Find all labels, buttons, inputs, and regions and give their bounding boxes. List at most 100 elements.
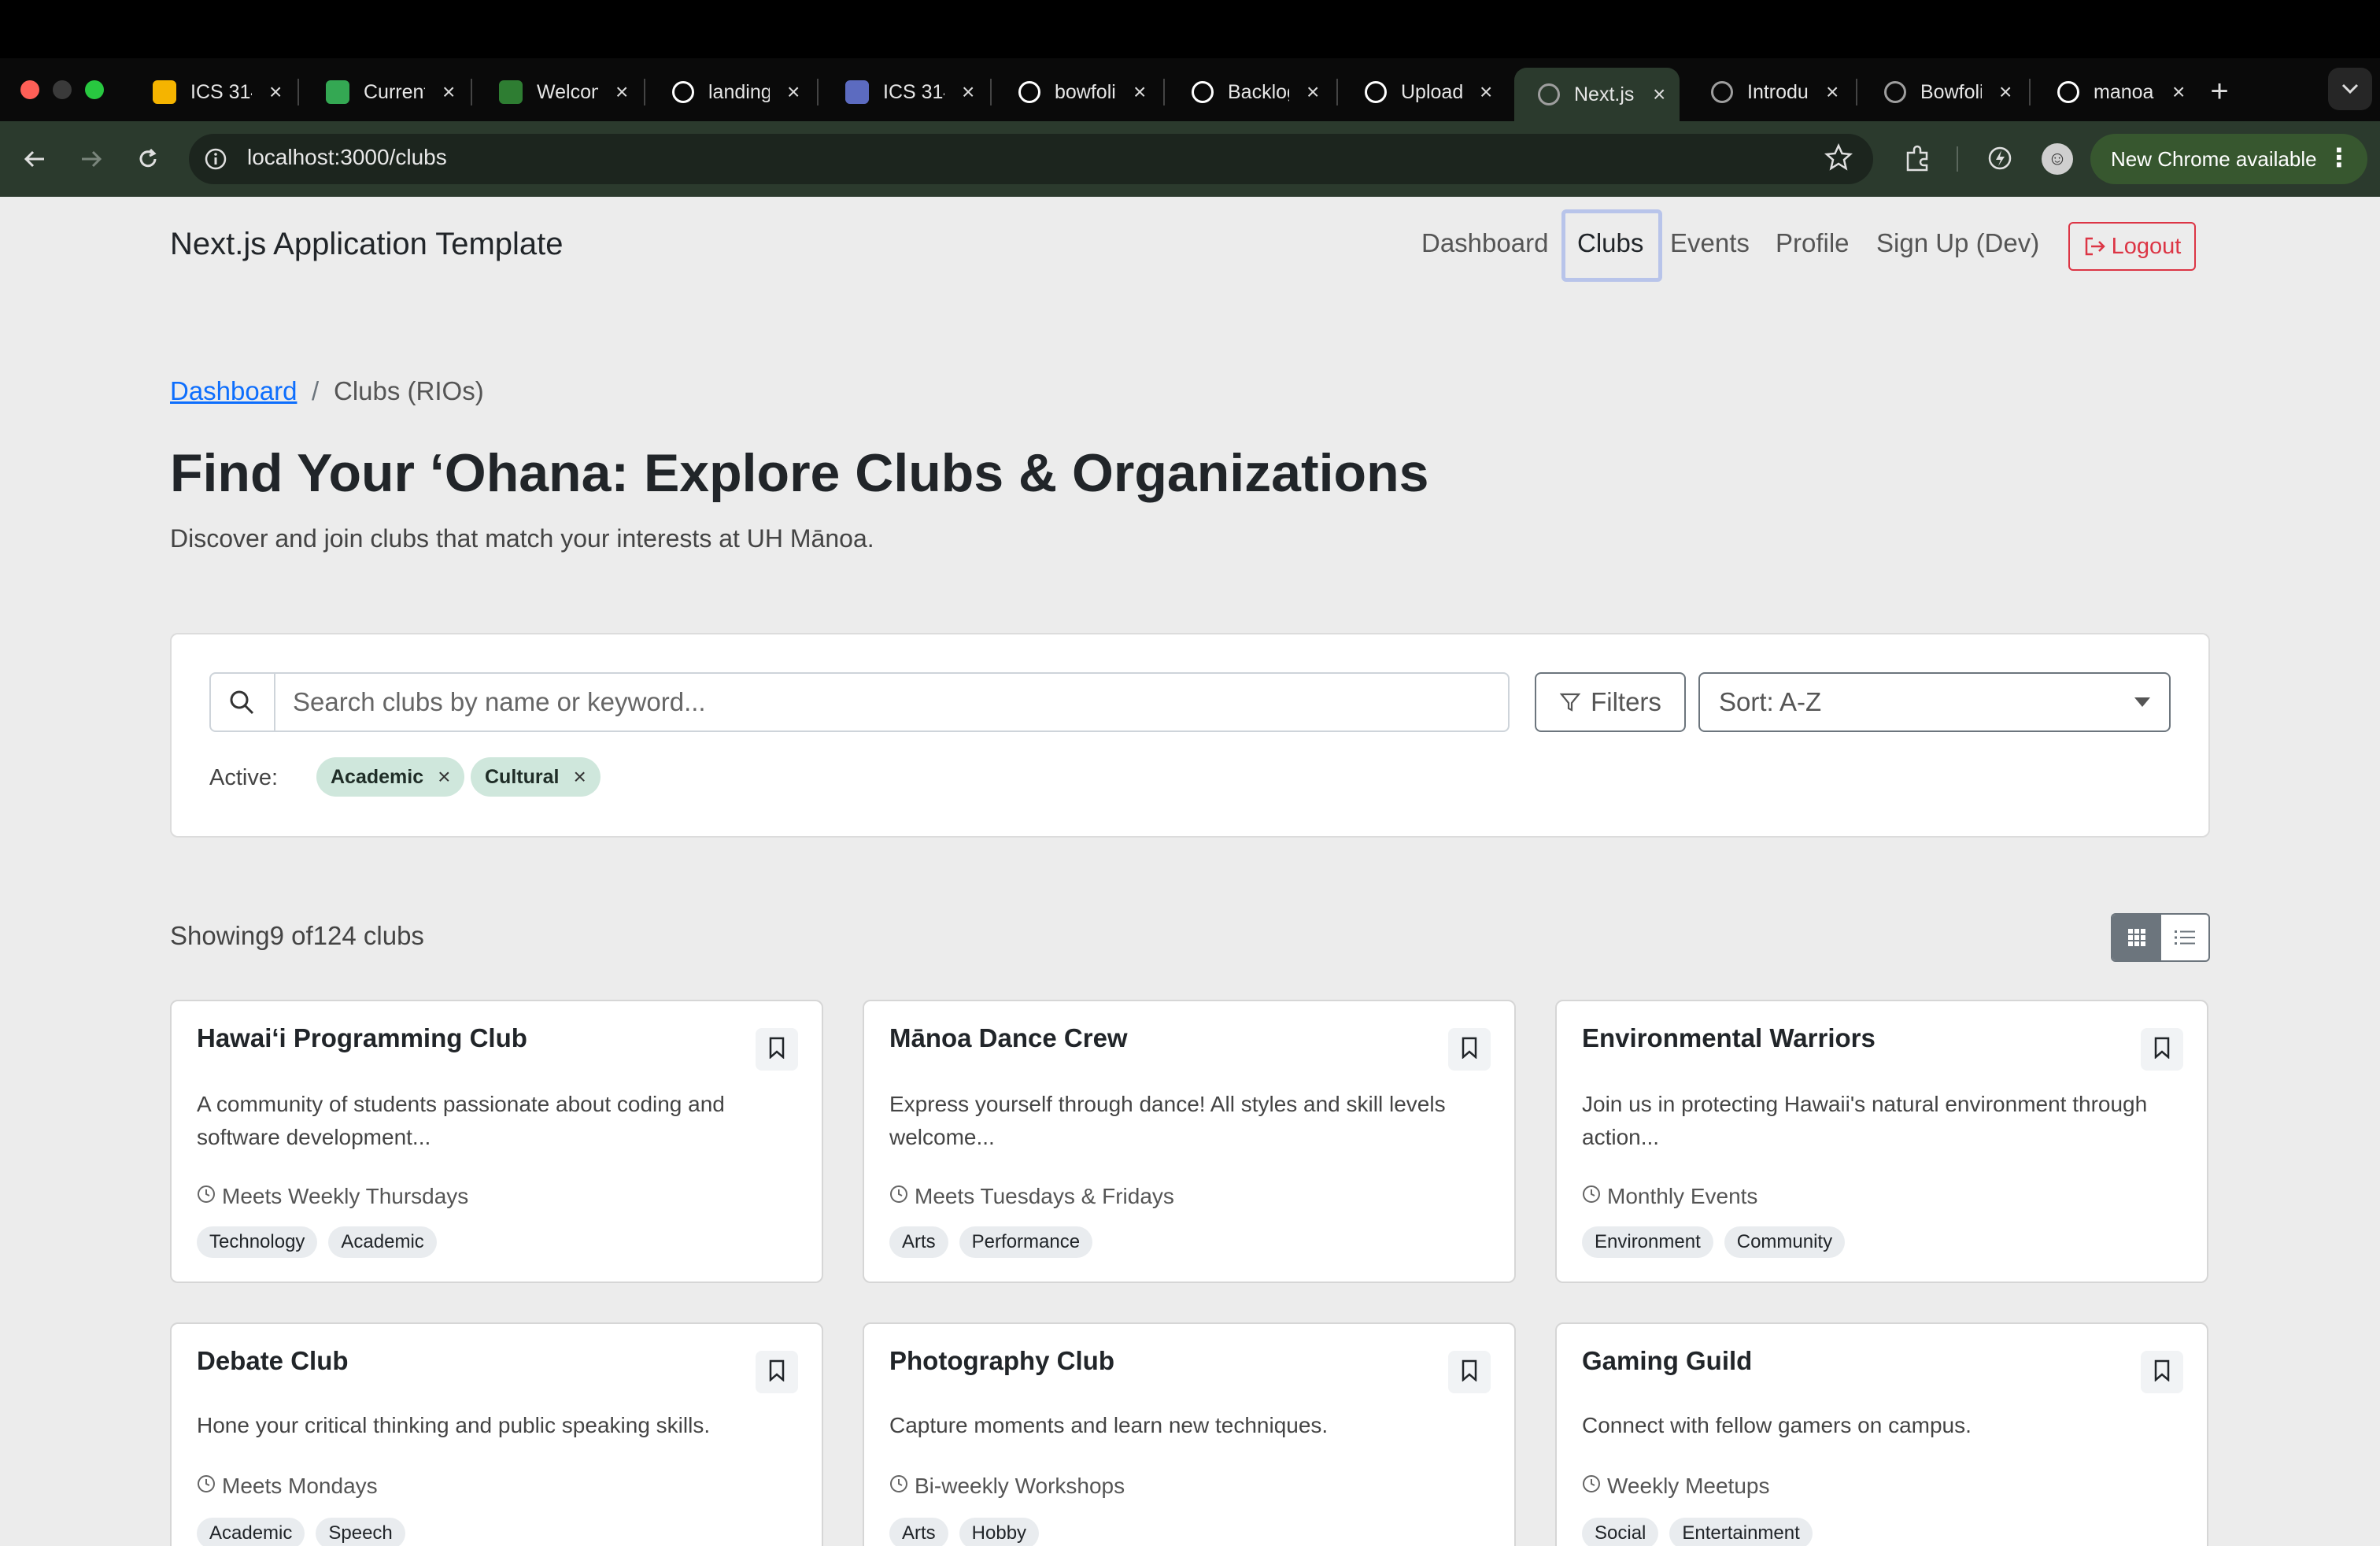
close-tab-icon[interactable]: ×: [787, 80, 800, 105]
clock-icon: [889, 1184, 908, 1209]
club-card[interactable]: Debate Club Hone your critical thinking a…: [170, 1322, 823, 1546]
profile-avatar[interactable]: ☺: [2042, 143, 2073, 175]
window-minimize-button[interactable]: [53, 80, 72, 99]
nav-clubs[interactable]: Clubs: [1577, 228, 1643, 258]
page-title: Find Your ‘Ohana: Explore Clubs & Organi…: [170, 443, 1429, 503]
bookmark-button[interactable]: [2141, 1028, 2183, 1071]
close-tab-icon[interactable]: ×: [1480, 80, 1492, 105]
browser-tab[interactable]: Current ×: [302, 68, 468, 117]
tab-title: Welcome: [537, 80, 598, 103]
tab-title: Backlog: [1228, 80, 1289, 103]
active-filters-label: Active:: [209, 765, 279, 790]
bookmark-button[interactable]: [1448, 1351, 1491, 1393]
bookmark-button[interactable]: [1448, 1028, 1491, 1071]
nav-profile[interactable]: Profile: [1776, 228, 1850, 258]
list-view-button[interactable]: [2161, 915, 2208, 960]
window-maximize-button[interactable]: [85, 80, 104, 99]
logout-label: Logout: [2111, 233, 2182, 259]
close-tab-icon[interactable]: ×: [1306, 80, 1319, 105]
browser-tab[interactable]: Next.js ×: [1514, 68, 1680, 121]
grid-view-button[interactable]: [2112, 915, 2161, 960]
club-tag: Hobby: [959, 1518, 1040, 1546]
nav-dashboard[interactable]: Dashboard: [1421, 228, 1548, 258]
browser-tab[interactable]: manoa ×: [2034, 68, 2199, 117]
close-tab-icon[interactable]: ×: [1133, 80, 1146, 105]
showing-prefix: Showing: [170, 921, 270, 950]
bookmark-button[interactable]: [2141, 1351, 2183, 1393]
tab-search-button[interactable]: [2328, 68, 2372, 110]
club-card[interactable]: Gaming Guild Connect with fellow gamers o…: [1555, 1322, 2208, 1546]
github-icon: [1018, 81, 1040, 103]
browser-tab[interactable]: landing ×: [649, 68, 814, 117]
close-tab-icon[interactable]: ×: [2172, 80, 2185, 105]
close-tab-icon[interactable]: ×: [1826, 80, 1839, 105]
app-brand[interactable]: Next.js Application Template: [170, 227, 564, 262]
close-tab-icon[interactable]: ×: [1653, 82, 1665, 107]
browser-tab[interactable]: Bowfolios ×: [1861, 68, 2026, 117]
active-filter-chip-academic: Academic ×: [316, 757, 465, 797]
clock-icon: [1582, 1474, 1601, 1499]
performance-icon[interactable]: [1983, 142, 2016, 175]
view-toggle: [2111, 913, 2210, 962]
club-description: Hone your critical thinking and public s…: [197, 1413, 711, 1437]
close-tab-icon[interactable]: ×: [442, 80, 455, 105]
browser-tab[interactable]: ICS 314 ×: [129, 68, 294, 117]
results-count: Showing9 of124 clubs: [170, 921, 424, 951]
browser-tab[interactable]: Upload ×: [1341, 68, 1506, 117]
club-name[interactable]: Debate Club: [197, 1346, 349, 1376]
url-text[interactable]: localhost:3000/clubs: [247, 145, 447, 170]
tab-title: manoa: [2094, 80, 2154, 103]
window-close-button[interactable]: [20, 80, 39, 99]
nav-events[interactable]: Events: [1670, 228, 1750, 258]
nav-sign-up-dev[interactable]: Sign Up (Dev): [1876, 228, 2039, 258]
reload-button[interactable]: [129, 140, 167, 178]
bookmark-button[interactable]: [756, 1028, 798, 1071]
remove-chip-icon[interactable]: ×: [573, 764, 586, 790]
browser-tab[interactable]: Backlog ×: [1168, 68, 1333, 117]
breadcrumb-dashboard-link[interactable]: Dashboard: [170, 376, 297, 406]
club-card[interactable]: Hawaiʻi Programming Club A community of s…: [170, 1000, 823, 1283]
club-card[interactable]: Photography Club Capture moments and lear…: [863, 1322, 1516, 1546]
forward-button[interactable]: [72, 140, 110, 178]
close-tab-icon[interactable]: ×: [615, 80, 628, 105]
club-card[interactable]: Environmental Warriors Join us in protect…: [1555, 1000, 2208, 1283]
logout-button[interactable]: Logout: [2068, 222, 2196, 271]
club-card[interactable]: Mānoa Dance Crew Express yourself through…: [863, 1000, 1516, 1283]
reload-icon: [139, 148, 157, 168]
site-info-icon[interactable]: [203, 146, 228, 172]
meeting-text: Meets Tuesdays & Fridays: [915, 1184, 1174, 1208]
star-icon[interactable]: [1823, 142, 1854, 173]
tab-title: Bowfolios: [1920, 80, 1982, 103]
close-tab-icon[interactable]: ×: [1999, 80, 2012, 105]
doc-icon: [845, 80, 869, 104]
clock-icon: [889, 1474, 908, 1499]
bookmark-icon: [1461, 1359, 1478, 1385]
club-tag: Community: [1724, 1226, 1846, 1258]
toolbar-divider: [1957, 146, 1958, 172]
close-tab-icon[interactable]: ×: [269, 80, 282, 105]
club-name[interactable]: Mānoa Dance Crew: [889, 1023, 1128, 1053]
club-name[interactable]: Hawaiʻi Programming Club: [197, 1023, 527, 1053]
tab-separator: [817, 79, 819, 105]
new-tab-button[interactable]: +: [2204, 71, 2235, 112]
back-button[interactable]: [16, 140, 54, 178]
extensions-icon[interactable]: [1901, 142, 1935, 175]
club-name[interactable]: Environmental Warriors: [1582, 1023, 1876, 1053]
remove-chip-icon[interactable]: ×: [438, 764, 450, 790]
search-input[interactable]: [277, 675, 1505, 729]
club-name[interactable]: Photography Club: [889, 1346, 1114, 1376]
close-tab-icon[interactable]: ×: [962, 80, 974, 105]
browser-tab[interactable]: Welcome ×: [475, 68, 641, 117]
club-tag: Arts: [889, 1226, 948, 1258]
bookmark-icon: [2153, 1037, 2171, 1063]
clock-icon: [197, 1474, 216, 1499]
bookmark-button[interactable]: [756, 1351, 798, 1393]
club-name[interactable]: Gaming Guild: [1582, 1346, 1752, 1376]
chrome-update-button[interactable]: New Chrome available ⋮: [2090, 134, 2367, 184]
bookmark-icon: [768, 1037, 785, 1063]
filters-button[interactable]: Filters: [1535, 672, 1686, 732]
browser-tab[interactable]: bowfolios ×: [995, 68, 1160, 117]
sort-select[interactable]: Sort: A-Z: [1698, 672, 2171, 732]
browser-tab[interactable]: ICS 314 ×: [822, 68, 987, 117]
browser-tab[interactable]: Introduction ×: [1687, 68, 1853, 117]
